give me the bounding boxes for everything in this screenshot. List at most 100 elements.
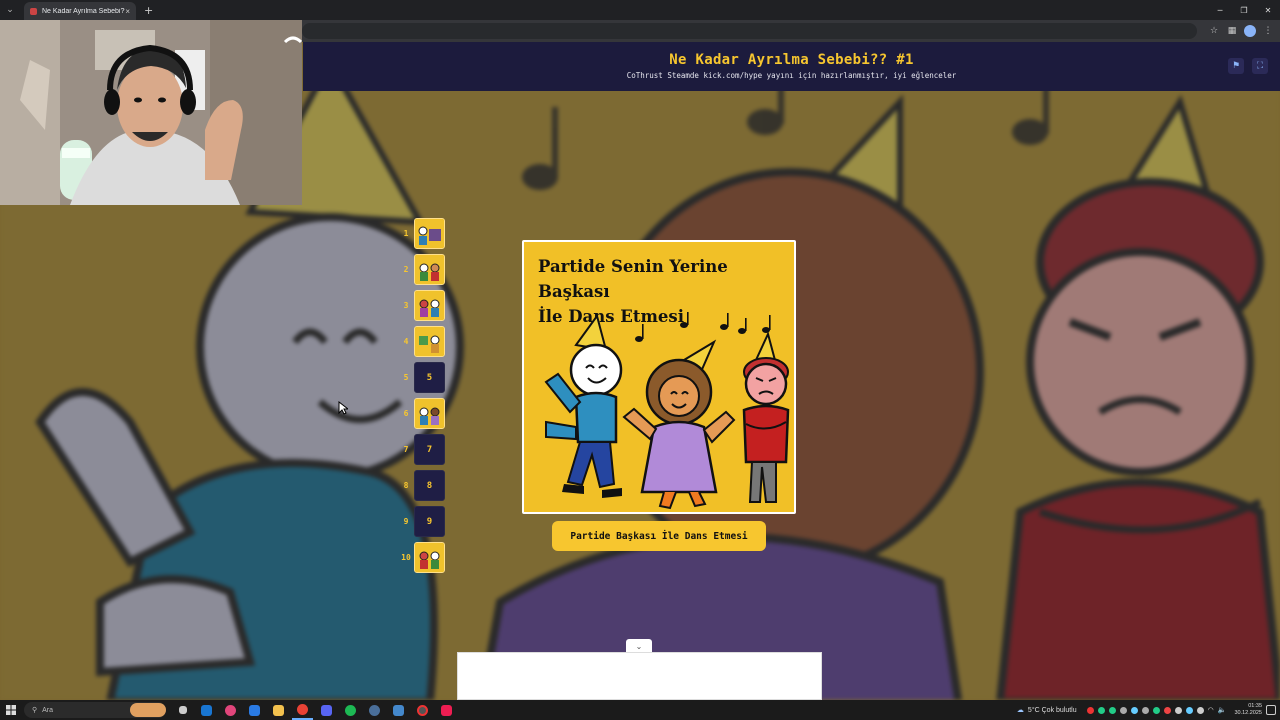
- system-tray: ☁ 5°C Çok bulutlu ◠ 🔈 01:35 30.12.2025: [1017, 700, 1262, 720]
- browser-tabbar: ⌄ Ne Kadar Ayrılma Sebebi?? #1 × + ─ ❐ ✕: [0, 0, 1280, 20]
- tiktok-icon[interactable]: [436, 700, 457, 720]
- vpn-icon[interactable]: [388, 700, 409, 720]
- discord-icon[interactable]: [316, 700, 337, 720]
- game-header: Ne Kadar Ayrılma Sebebi?? #1 CoThrust St…: [303, 42, 1280, 91]
- page-subtitle: CoThrust Steamde kick.com/hype yayını iç…: [626, 71, 957, 80]
- toolbar-icons: ☆ ▦ ⋮: [1208, 23, 1274, 39]
- close-window-icon[interactable]: ✕: [1256, 0, 1280, 20]
- locked-level-tile[interactable]: 5: [414, 362, 445, 393]
- weather-icon: ☁: [1016, 707, 1024, 714]
- tray-app-icon[interactable]: [1174, 706, 1182, 714]
- level-number: 7: [403, 445, 409, 454]
- tab-title: Ne Kadar Ayrılma Sebebi?? #1: [42, 7, 126, 15]
- notification-icon[interactable]: [1266, 705, 1276, 715]
- search-icon: ⚲: [32, 707, 38, 714]
- level-item[interactable]: 2: [398, 254, 448, 285]
- tray-app-icon[interactable]: [1086, 706, 1094, 714]
- taskbar-apps: [172, 700, 457, 720]
- window-controls: ─ ❐ ✕: [1208, 0, 1280, 20]
- level-thumbnail[interactable]: [414, 254, 445, 285]
- level-item[interactable]: 7 7: [398, 434, 448, 465]
- level-number: 6: [403, 409, 409, 418]
- level-item[interactable]: 4: [398, 326, 448, 357]
- tray-app-icon[interactable]: [1119, 706, 1127, 714]
- fullscreen-icon[interactable]: ⛶: [1252, 58, 1268, 74]
- calendar-icon[interactable]: [244, 700, 265, 720]
- level-number: 4: [403, 337, 409, 346]
- copilot-icon[interactable]: [220, 700, 241, 720]
- extensions-icon[interactable]: ▦: [1226, 23, 1238, 39]
- page-title: Ne Kadar Ayrılma Sebebi?? #1: [669, 52, 914, 68]
- party-dance-illustration: [544, 312, 790, 510]
- restore-icon[interactable]: ❐: [1232, 0, 1256, 20]
- level-item[interactable]: 5 5: [398, 362, 448, 393]
- level-item[interactable]: 10: [398, 542, 448, 573]
- steam-icon[interactable]: [364, 700, 385, 720]
- chrome-icon[interactable]: [292, 700, 313, 720]
- menu-kebab-icon[interactable]: ⋮: [1262, 23, 1274, 39]
- level-number: 2: [403, 265, 409, 274]
- recorder-icon[interactable]: [412, 700, 433, 720]
- mouse-cursor-icon: [338, 401, 348, 415]
- browser-tab[interactable]: Ne Kadar Ayrılma Sebebi?? #1 ×: [24, 2, 136, 20]
- level-item[interactable]: 9 9: [398, 506, 448, 537]
- level-item[interactable]: 8 8: [398, 470, 448, 501]
- task-view-icon[interactable]: [172, 700, 193, 720]
- os-taskbar: ⚲ Ara ☁ 5°C Çok bulutlu ◠ 🔈 01:35 30.12.…: [0, 700, 1280, 720]
- chevron-down-icon[interactable]: ⌄: [626, 639, 652, 653]
- address-bar[interactable]: [302, 23, 1197, 39]
- level-thumbnail[interactable]: [414, 218, 445, 249]
- bookmark-star-icon[interactable]: ☆: [1208, 23, 1220, 39]
- clock[interactable]: 01:35 30.12.2025: [1234, 703, 1262, 717]
- report-flag-icon[interactable]: ⚑: [1228, 58, 1244, 74]
- spotify-icon[interactable]: [340, 700, 361, 720]
- level-thumbnail[interactable]: [414, 398, 445, 429]
- locked-level-tile[interactable]: 9: [414, 506, 445, 537]
- file-explorer-icon[interactable]: [268, 700, 289, 720]
- profile-avatar[interactable]: [1244, 25, 1256, 37]
- locked-level-tile[interactable]: 7: [414, 434, 445, 465]
- level-number: 5: [403, 373, 409, 382]
- answer-button[interactable]: Partide Başkası İle Dans Etmesi: [552, 521, 766, 551]
- minimize-icon[interactable]: ─: [1208, 0, 1232, 20]
- level-number: 9: [403, 517, 409, 526]
- tray-app-icon[interactable]: [1185, 706, 1193, 714]
- level-number: 3: [403, 301, 409, 310]
- tray-app-icon[interactable]: [1196, 706, 1204, 714]
- level-number: 8: [403, 481, 409, 490]
- level-item[interactable]: 3: [398, 290, 448, 321]
- locked-level-tile[interactable]: 8: [414, 470, 445, 501]
- volume-icon[interactable]: 🔈: [1218, 706, 1227, 714]
- search-placeholder: Ara: [42, 706, 54, 714]
- level-item[interactable]: 1: [398, 218, 448, 249]
- level-thumbnail[interactable]: [414, 290, 445, 321]
- new-tab-button[interactable]: +: [144, 4, 153, 17]
- windows-logo-icon: [6, 705, 16, 715]
- tray-app-icon[interactable]: [1141, 706, 1149, 714]
- weather-text[interactable]: 5°C Çok bulutlu: [1028, 707, 1077, 714]
- tray-app-icon[interactable]: [1152, 706, 1160, 714]
- question-card: Partide Senin Yerine Başkası İle Dans Et…: [522, 240, 796, 514]
- start-button[interactable]: [0, 700, 22, 720]
- clock-time: 01:35: [1248, 703, 1262, 709]
- taskbar-search[interactable]: ⚲ Ara: [24, 702, 166, 718]
- level-item[interactable]: 6: [398, 398, 448, 429]
- outlook-icon[interactable]: [196, 700, 217, 720]
- wifi-icon[interactable]: ◠: [1208, 706, 1214, 714]
- ad-banner: [457, 652, 822, 700]
- tab-search-icon[interactable]: ⌄: [0, 0, 20, 20]
- level-thumbnail[interactable]: [414, 542, 445, 573]
- tray-app-icon[interactable]: [1130, 706, 1138, 714]
- search-highlight-image: [130, 703, 166, 717]
- tray-app-icon[interactable]: [1108, 706, 1116, 714]
- clock-date: 30.12.2025: [1234, 710, 1262, 716]
- close-tab-icon[interactable]: ×: [125, 7, 130, 16]
- tray-app-icon[interactable]: [1163, 706, 1171, 714]
- level-number: 1: [403, 229, 409, 238]
- tab-favicon-icon: [30, 7, 37, 15]
- level-number: 10: [401, 553, 411, 562]
- webcam-overlay: [0, 20, 302, 205]
- tray-app-icon[interactable]: [1097, 706, 1105, 714]
- card-title-line: Partide Senin Yerine Başkası: [538, 257, 728, 301]
- level-thumbnail[interactable]: [414, 326, 445, 357]
